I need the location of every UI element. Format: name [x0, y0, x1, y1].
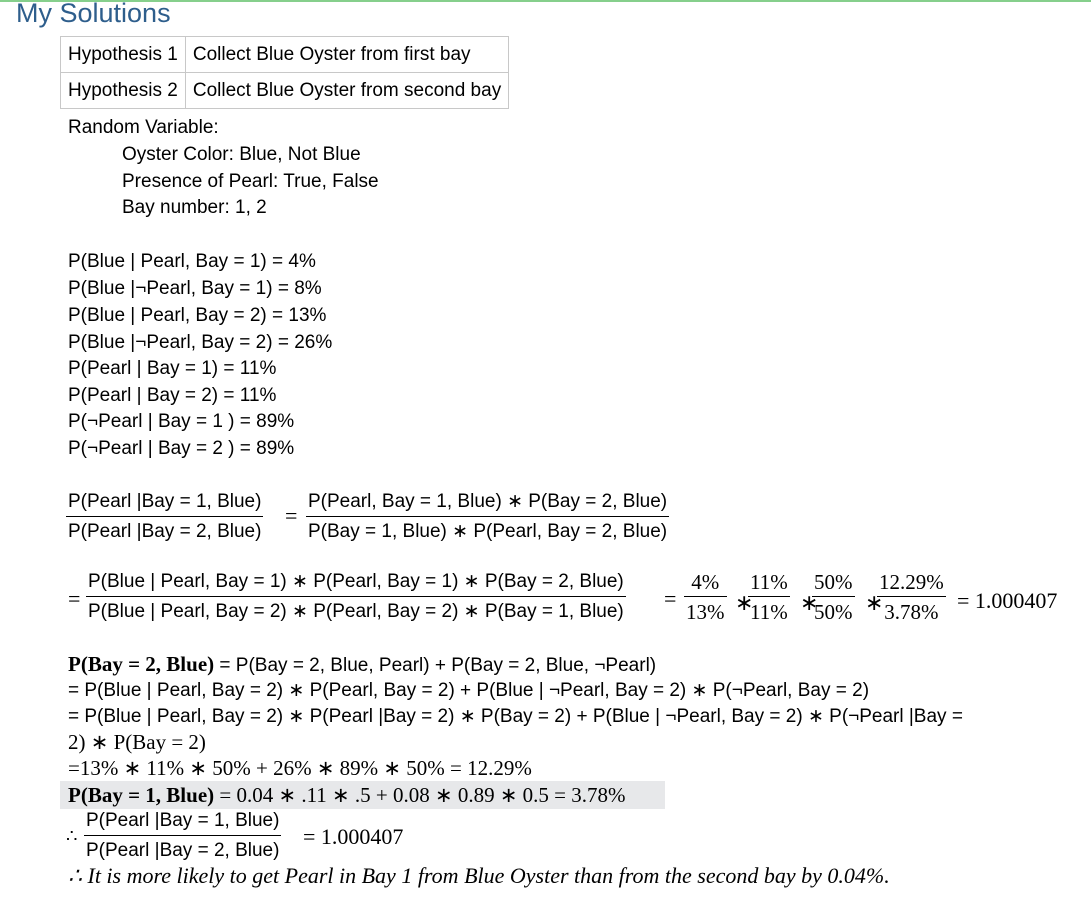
probability-line: P(¬Pearl | Bay = 2 ) = 89% — [68, 438, 295, 459]
hypothesis-label: Hypothesis 2 — [60, 72, 186, 109]
hypothesis-label: Hypothesis 1 — [60, 36, 186, 73]
eq1-rhs-fraction: P(Pearl, Bay = 1, Blue) ∗ P(Bay = 2, Blu… — [306, 488, 670, 547]
fraction-numerator: 11% — [750, 570, 788, 594]
eq2-fraction: P(Blue | Pearl, Bay = 1) ∗ P(Pearl, Bay … — [86, 568, 626, 627]
bay2-line-1: P(Bay = 2, Blue) = P(Bay = 2, Blue, Pear… — [68, 653, 656, 677]
bay2-line-2: = P(Blue | Pearl, Bay = 2) ∗ P(Pearl, Ba… — [68, 680, 870, 701]
bay1-rest: = 0.04 ∗ .11 ∗ .5 + 0.08 ∗ 0.89 ∗ 0.5 = … — [214, 783, 626, 807]
conclusion-statement: ∴ It is more likely to get Pearl in Bay … — [68, 863, 890, 888]
bay2-line-5: =13% ∗ 11% ∗ 50% + 26% ∗ 89% ∗ 50% = 12.… — [68, 756, 532, 780]
random-variable-item: Presence of Pearl: True, False — [122, 171, 379, 192]
probability-line: P(Blue |¬Pearl, Bay = 2) = 26% — [68, 332, 333, 353]
table-row: Hypothesis 2 Collect Blue Oyster from se… — [60, 72, 510, 109]
bay2-line-1-rest: = P(Bay = 2, Blue, Pearl) + P(Bay = 2, B… — [214, 655, 657, 676]
value-fraction: 11% 11% — [748, 568, 790, 627]
eq2-result: = 1.000407 — [957, 588, 1058, 613]
fraction-numerator: P(Pearl |Bay = 1, Blue) — [68, 491, 262, 512]
fraction-denominator: P(Bay = 1, Blue) ∗ P(Pearl, Bay = 2, Blu… — [308, 521, 668, 542]
fraction-numerator: P(Pearl, Bay = 1, Blue) ∗ P(Bay = 2, Blu… — [308, 491, 668, 512]
fraction-denominator: P(Pearl |Bay = 2, Blue) — [68, 521, 262, 542]
value-fraction: 50% 50% — [812, 568, 855, 627]
equals-sign: = — [68, 586, 81, 611]
hypothesis-table: Hypothesis 1 Collect Blue Oyster from fi… — [60, 36, 510, 109]
fraction-denominator: 11% — [750, 600, 788, 624]
conclusion-result: = 1.000407 — [303, 824, 404, 849]
fraction-numerator: P(Blue | Pearl, Bay = 1) ∗ P(Pearl, Bay … — [88, 571, 624, 592]
fraction-denominator: 13% — [686, 600, 725, 624]
bay2-line-3: = P(Blue | Pearl, Bay = 2) ∗ P(Pearl |Ba… — [68, 706, 963, 727]
probability-line: P(Blue | Pearl, Bay = 1) = 4% — [68, 251, 316, 272]
fraction-numerator: 12.29% — [879, 570, 944, 594]
fraction-numerator: 50% — [814, 570, 853, 594]
value-fraction: 12.29% 3.78% — [877, 568, 946, 627]
probability-line: P(Blue |¬Pearl, Bay = 1) = 8% — [68, 278, 322, 299]
page-title: My Solutions — [16, 0, 171, 28]
fraction-numerator: 4% — [691, 570, 720, 594]
random-variable-heading: Random Variable: — [68, 117, 219, 138]
fraction-denominator: 3.78% — [884, 600, 939, 624]
random-variable-item: Bay number: 1, 2 — [122, 197, 267, 218]
fraction-denominator: 50% — [814, 600, 853, 624]
bay2-line-4: 2) ∗ P(Bay = 2) — [68, 730, 206, 754]
probability-line: P(Pearl | Bay = 1) = 11% — [68, 358, 277, 379]
probability-line: P(¬Pearl | Bay = 1 ) = 89% — [68, 411, 295, 432]
probability-line: P(Pearl | Bay = 2) = 11% — [68, 385, 277, 406]
probability-line: P(Blue | Pearl, Bay = 2) = 13% — [68, 305, 327, 326]
hypothesis-text: Collect Blue Oyster from second bay — [184, 72, 510, 109]
equals-sign: = — [285, 503, 298, 528]
value-fraction: 4% 13% — [684, 568, 727, 627]
equals-sign: = — [664, 586, 677, 611]
bay1-lhs: P(Bay = 1, Blue) — [68, 783, 215, 807]
fraction-denominator: P(Pearl |Bay = 2, Blue) — [86, 840, 280, 861]
eq1-lhs-fraction: P(Pearl |Bay = 1, Blue) P(Pearl |Bay = 2… — [66, 488, 264, 547]
fraction-numerator: P(Pearl |Bay = 1, Blue) — [86, 810, 280, 831]
bay2-lhs: P(Bay = 2, Blue) — [68, 652, 215, 676]
therefore-symbol: ∴ — [66, 826, 78, 846]
fraction-denominator: P(Blue | Pearl, Bay = 2) ∗ P(Pearl, Bay … — [88, 601, 624, 622]
random-variable-item: Oyster Color: Blue, Not Blue — [122, 144, 361, 165]
table-row: Hypothesis 1 Collect Blue Oyster from fi… — [60, 36, 510, 73]
bay1-line: P(Bay = 1, Blue) = 0.04 ∗ .11 ∗ .5 + 0.0… — [68, 784, 626, 806]
hypothesis-text: Collect Blue Oyster from first bay — [184, 36, 510, 73]
conclusion-fraction: P(Pearl |Bay = 1, Blue) P(Pearl |Bay = 2… — [84, 807, 282, 866]
